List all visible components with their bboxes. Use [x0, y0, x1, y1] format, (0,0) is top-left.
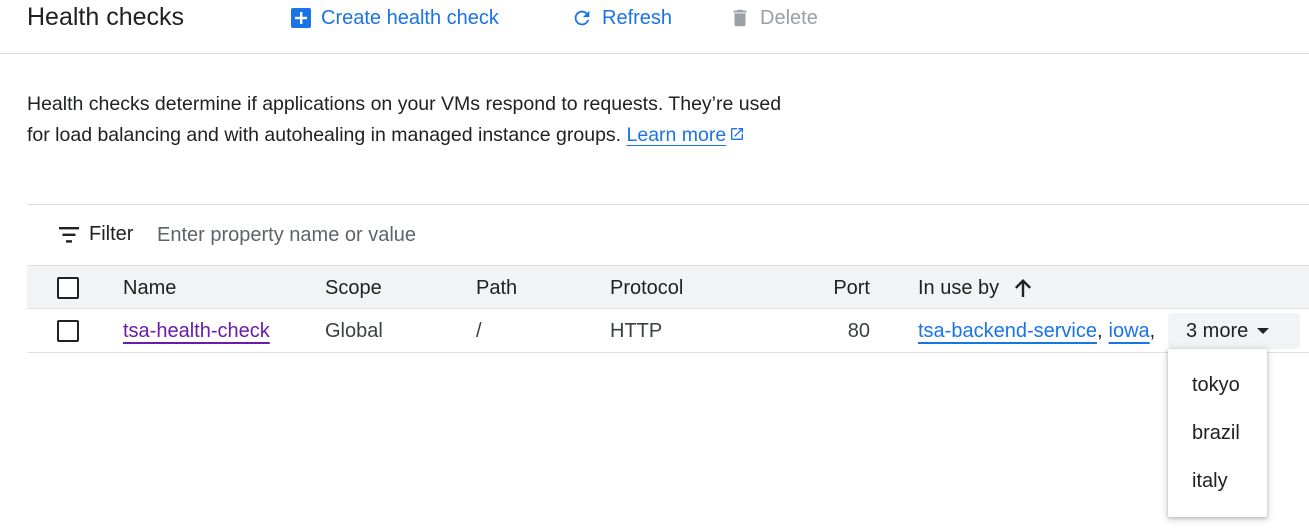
page-description: Health checks determine if applications … [27, 89, 807, 151]
delete-label: Delete [760, 6, 818, 29]
path-cell: / [476, 319, 482, 342]
column-header-port[interactable]: Port [807, 266, 870, 310]
refresh-label: Refresh [602, 6, 673, 29]
iowa-link[interactable]: iowa [1109, 320, 1150, 343]
health-check-name-link[interactable]: tsa-health-check [123, 320, 270, 343]
filter-input[interactable] [157, 220, 757, 250]
select-all-checkbox[interactable] [57, 277, 79, 299]
filter-bar: Filter [27, 204, 1309, 265]
row-checkbox[interactable] [57, 320, 79, 342]
delete-button[interactable]: Delete [729, 4, 818, 32]
learn-more-label: Learn more [626, 123, 727, 146]
protocol-cell: HTTP [610, 319, 663, 342]
column-header-protocol[interactable]: Protocol [610, 266, 683, 310]
name-cell: tsa-health-check [123, 309, 270, 353]
more-dropdown-menu: tokyo brazil italy [1168, 349, 1267, 517]
menu-item-tokyo[interactable]: tokyo [1168, 361, 1267, 409]
in-use-by-cell: tsa-backend-service, iowa, [918, 309, 1161, 353]
in-use-by-header-label: In use by [918, 276, 1000, 299]
menu-item-italy[interactable]: italy [1168, 457, 1267, 505]
trash-icon [729, 7, 751, 29]
learn-more-link[interactable]: Learn more [627, 124, 727, 146]
create-health-check-label: Create health check [321, 6, 499, 29]
column-header-name[interactable]: Name [123, 266, 176, 310]
add-box-icon [290, 7, 312, 29]
comma-separator: , [1096, 319, 1103, 342]
table-row: tsa-health-check Global / HTTP 80 tsa-ba… [27, 309, 1309, 353]
filter-list-icon [59, 227, 81, 248]
comma-separator: , [1149, 319, 1156, 342]
column-header-in-use-by[interactable]: In use by [918, 266, 1033, 310]
backend-service-link[interactable]: tsa-backend-service [918, 320, 1097, 343]
page-title: Health checks [27, 3, 185, 31]
row-select-cell [57, 309, 79, 353]
more-dropdown-button[interactable]: 3 more [1168, 313, 1300, 349]
external-link-icon [729, 121, 745, 152]
arrow-up-icon [1013, 277, 1033, 299]
filter-label: Filter [89, 223, 134, 245]
refresh-button[interactable]: Refresh [571, 4, 672, 32]
table-header: Name Scope Path Protocol Port In use by [27, 265, 1309, 309]
column-header-path[interactable]: Path [476, 266, 517, 310]
refresh-icon [571, 7, 593, 29]
create-health-check-button[interactable]: Create health check [290, 4, 499, 32]
column-header-scope[interactable]: Scope [325, 266, 382, 310]
health-checks-table: Name Scope Path Protocol Port In use by … [27, 265, 1309, 353]
select-all-cell [57, 266, 79, 310]
more-label: 3 more [1186, 319, 1249, 342]
port-cell: 80 [847, 319, 870, 342]
scope-cell: Global [325, 319, 383, 342]
menu-item-brazil[interactable]: brazil [1168, 409, 1267, 457]
page-header: Health checks Create health check Refres… [0, 0, 1309, 54]
caret-down-icon [1257, 328, 1270, 334]
